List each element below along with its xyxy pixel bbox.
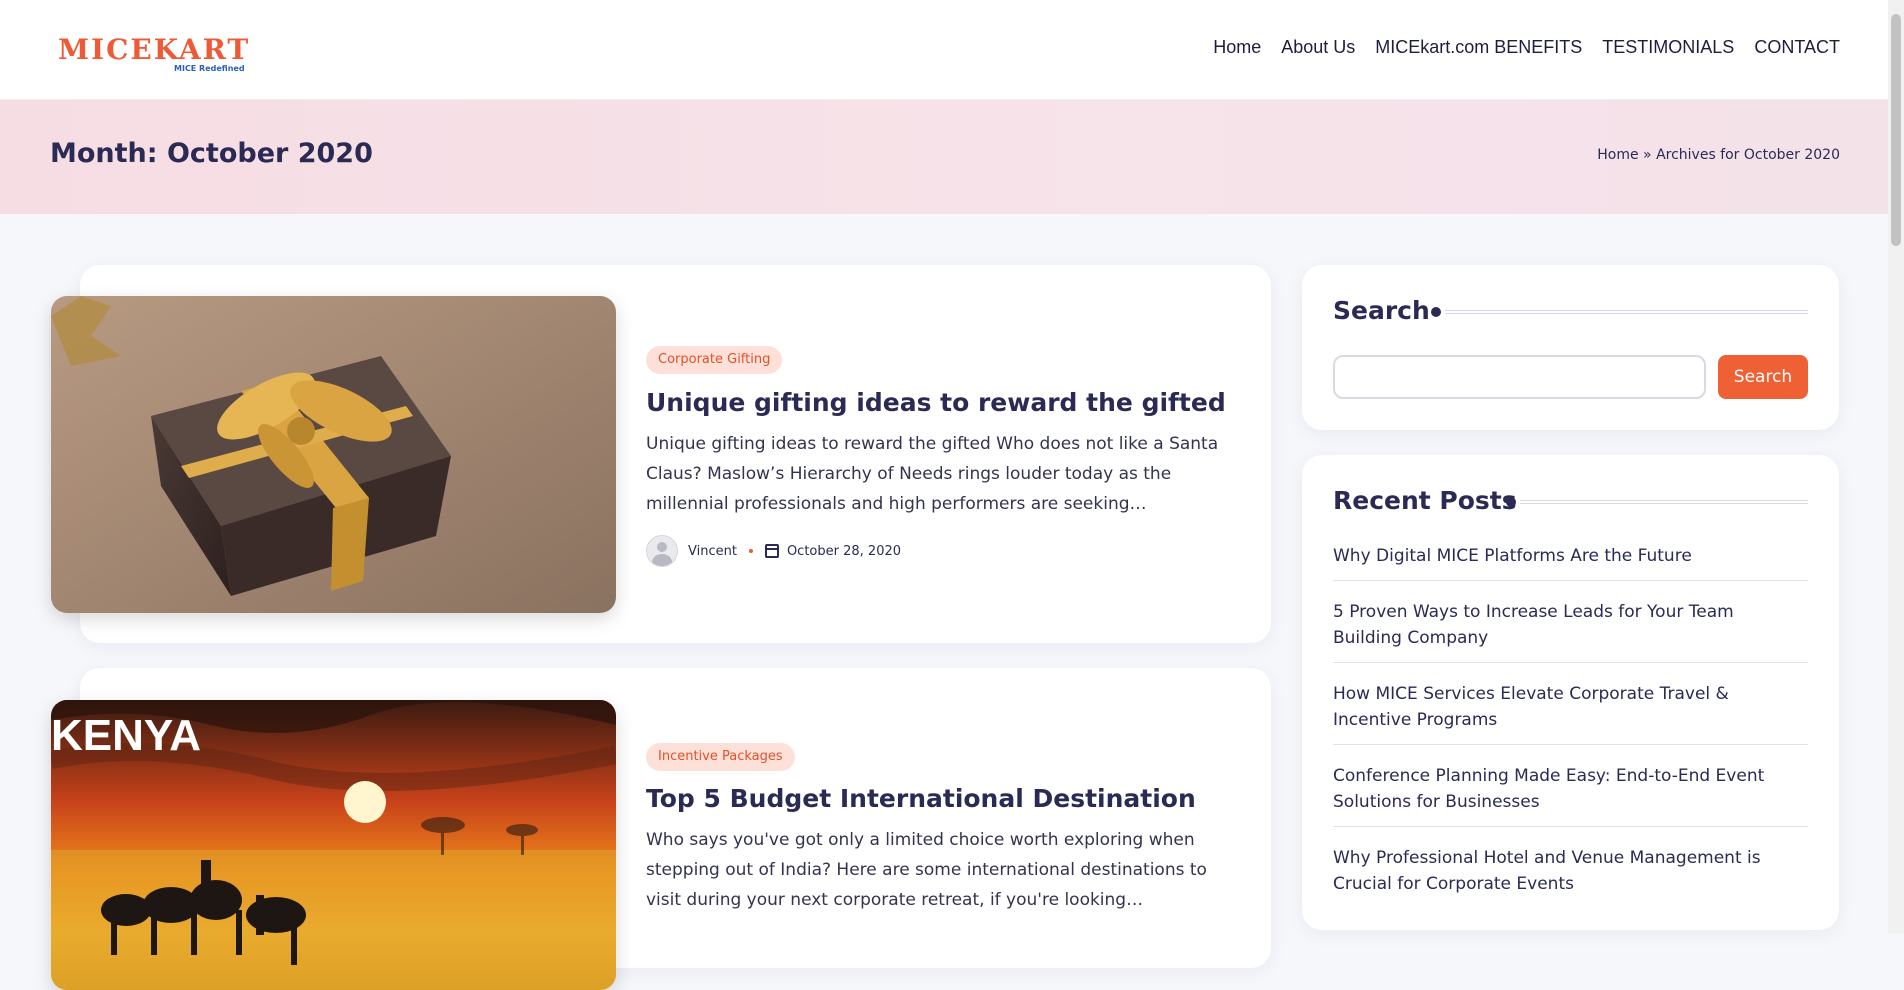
divider xyxy=(1333,744,1808,745)
breadcrumb: Home » Archives for October 2020 xyxy=(1597,147,1840,163)
post-thumbnail-kenya[interactable]: KENYA xyxy=(51,700,616,990)
post-thumbnail-gift[interactable] xyxy=(51,296,616,613)
recent-post-link[interactable]: Conference Planning Made Easy: End-to-En… xyxy=(1333,766,1764,812)
recent-post-item[interactable]: Conference Planning Made Easy: End-to-En… xyxy=(1333,763,1808,815)
recent-post-item[interactable]: Why Digital MICE Platforms Are the Futur… xyxy=(1333,543,1808,569)
recent-post-link[interactable]: How MICE Services Elevate Corporate Trav… xyxy=(1333,684,1729,730)
scrollbar-thumb[interactable] xyxy=(1891,14,1901,246)
nav-testimonials[interactable]: TESTIMONIALS xyxy=(1602,37,1734,58)
post-meta: Vincent October 28, 2020 xyxy=(646,535,901,567)
breadcrumb-home[interactable]: Home xyxy=(1597,147,1638,163)
post-category-badge[interactable]: Incentive Packages xyxy=(646,743,795,771)
nav-benefits[interactable]: MICEkart.com BENEFITS xyxy=(1375,37,1582,58)
kenya-sunset-image: KENYA xyxy=(51,700,616,990)
logo-wordmark: MICEKART xyxy=(58,33,251,66)
author-avatar[interactable] xyxy=(646,535,678,567)
recent-post-link[interactable]: Why Digital MICE Platforms Are the Futur… xyxy=(1333,546,1692,566)
search-input[interactable] xyxy=(1333,355,1706,399)
post-author[interactable]: Vincent xyxy=(688,544,737,559)
divider xyxy=(1333,826,1808,827)
search-widget-heading: Search xyxy=(1333,296,1430,325)
site-logo[interactable]: MICEKART MICE Redefined xyxy=(58,26,258,76)
breadcrumb-separator: » xyxy=(1643,147,1652,163)
page-title: Month: October 2020 xyxy=(50,138,373,169)
nav-home[interactable]: Home xyxy=(1213,37,1261,58)
logo-tagline: MICE Redefined xyxy=(174,64,245,73)
calendar-icon xyxy=(764,544,779,558)
nav-about-us[interactable]: About Us xyxy=(1281,37,1355,58)
post-category-badge[interactable]: Corporate Gifting xyxy=(646,346,783,374)
search-widget xyxy=(1302,265,1839,430)
recent-posts-heading: Recent Posts xyxy=(1333,486,1517,515)
gift-box-image xyxy=(51,296,616,613)
post-title[interactable]: Top 5 Budget International Destination xyxy=(646,784,1196,813)
post-excerpt: Who says you've got only a limited choic… xyxy=(646,830,1207,910)
post-date[interactable]: October 28, 2020 xyxy=(787,544,901,559)
divider xyxy=(1333,662,1808,663)
heading-dot xyxy=(1431,307,1441,317)
heading-divider xyxy=(1520,500,1808,504)
nav-contact[interactable]: CONTACT xyxy=(1754,37,1840,58)
main-nav: Home About Us MICEkart.com BENEFITS TEST… xyxy=(1213,37,1840,58)
image-caption-kenya: KENYA xyxy=(51,711,201,760)
breadcrumb-current: Archives for October 2020 xyxy=(1656,147,1840,163)
recent-post-link[interactable]: 5 Proven Ways to Increase Leads for Your… xyxy=(1333,602,1734,648)
heading-dot xyxy=(1506,497,1516,507)
recent-post-link[interactable]: Why Professional Hotel and Venue Managem… xyxy=(1333,848,1761,894)
post-excerpt: Unique gifting ideas to reward the gifte… xyxy=(646,434,1219,514)
meta-separator-dot xyxy=(748,549,753,553)
recent-post-item[interactable]: 5 Proven Ways to Increase Leads for Your… xyxy=(1333,599,1808,651)
search-button[interactable]: Search xyxy=(1718,355,1808,399)
heading-divider xyxy=(1445,310,1808,314)
recent-post-item[interactable]: How MICE Services Elevate Corporate Trav… xyxy=(1333,681,1808,733)
recent-post-item[interactable]: Why Professional Hotel and Venue Managem… xyxy=(1333,845,1808,897)
post-title[interactable]: Unique gifting ideas to reward the gifte… xyxy=(646,388,1226,417)
divider xyxy=(1333,580,1808,581)
